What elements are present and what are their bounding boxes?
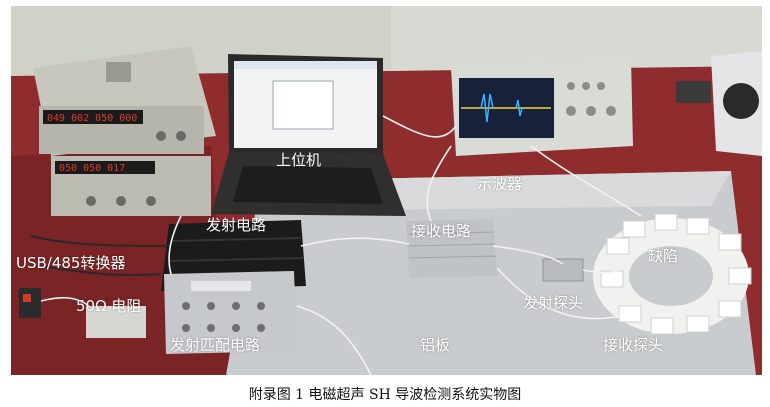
oscilloscope xyxy=(451,58,633,156)
psu-upper-display: 049 002 050 000 xyxy=(47,113,137,124)
label-transmit-probe: 发射探头 xyxy=(523,294,584,312)
lab-photo: 049 002 050 000 050 050 017 上位机 示波器 发射电路… xyxy=(11,6,762,375)
label-defect: 缺陷 xyxy=(648,247,679,265)
psu-lower-display: 050 050 017 xyxy=(59,163,125,174)
label-resistor: 50Ω 电阻 xyxy=(76,297,142,315)
small-device xyxy=(676,81,711,103)
label-host-computer: 上位机 xyxy=(276,151,322,169)
label-oscilloscope: 示波器 xyxy=(477,175,523,193)
figure-caption: 附录图 1 电磁超声 SH 导波检测系统实物图 xyxy=(248,387,522,403)
transmit-probe-device xyxy=(542,258,584,282)
label-transmit-circuit: 发射电路 xyxy=(206,216,267,234)
power-supply-lower: 050 050 017 xyxy=(51,156,211,216)
photo-illustration: 049 002 050 000 050 050 017 xyxy=(11,6,762,375)
label-usb-converter: USB/485转换器 xyxy=(16,254,126,272)
fan-box xyxy=(711,51,762,156)
label-receive-circuit: 接收电路 xyxy=(411,222,472,240)
figure: 049 002 050 000 050 050 017 上位机 示波器 发射电路… xyxy=(0,0,770,407)
label-matching-circuit: 发射匹配电路 xyxy=(170,336,261,354)
label-aluminum-plate: 铝板 xyxy=(420,336,451,354)
usb-converter-device xyxy=(19,288,41,318)
label-receive-probe: 接收探头 xyxy=(603,336,664,354)
laptop xyxy=(211,54,406,216)
